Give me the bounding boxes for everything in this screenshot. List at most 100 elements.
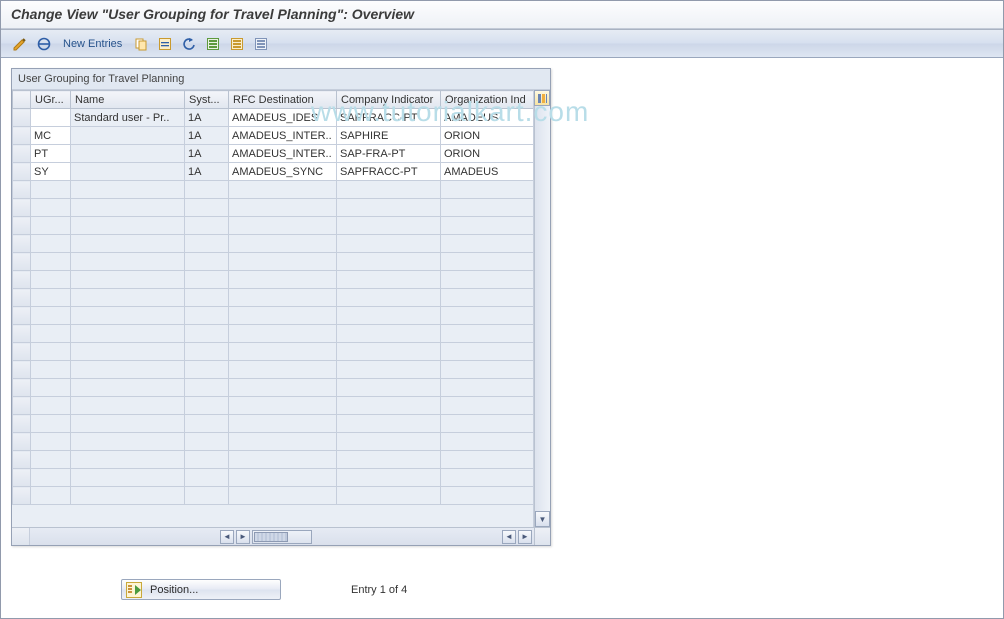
table-row[interactable] (13, 217, 535, 235)
select-icon[interactable] (35, 35, 53, 53)
table-row[interactable] (13, 361, 535, 379)
table-row[interactable]: SY 1AAMADEUS_SYNCSAPFRACC-PTAMADEUS (13, 163, 535, 181)
cell-syst[interactable]: 1A (185, 127, 229, 145)
hscroll-track[interactable] (252, 530, 312, 544)
cell-company[interactable]: SAP-FRA-PT (337, 145, 441, 163)
cell-rfc (229, 181, 337, 199)
col-company[interactable]: Company Indicator (337, 91, 441, 109)
col-system[interactable]: Syst... (185, 91, 229, 109)
cell-company (337, 199, 441, 217)
table-row[interactable]: MC 1AAMADEUS_INTER..SAPHIREORION (13, 127, 535, 145)
col-org[interactable]: Organization Ind (441, 91, 535, 109)
table-row[interactable] (13, 289, 535, 307)
table-row[interactable] (13, 271, 535, 289)
cell-rfc[interactable]: AMADEUS_INTER.. (229, 145, 337, 163)
table-row[interactable] (13, 397, 535, 415)
cell-syst[interactable]: 1A (185, 163, 229, 181)
table-row[interactable] (13, 325, 535, 343)
row-selector[interactable] (13, 289, 31, 307)
copy-as-icon[interactable] (132, 35, 150, 53)
table-row[interactable] (13, 433, 535, 451)
scroll-right-icon[interactable]: ► (236, 530, 250, 544)
horizontal-scrollbar[interactable]: ◄ ► ◄ ► (12, 527, 550, 545)
row-selector[interactable] (13, 469, 31, 487)
row-selector[interactable] (13, 433, 31, 451)
scroll-left2-icon[interactable]: ◄ (502, 530, 516, 544)
deselect-all-icon[interactable] (252, 35, 270, 53)
delete-icon[interactable] (156, 35, 174, 53)
scroll-down-icon[interactable]: ▼ (535, 511, 550, 527)
cell-org (441, 379, 535, 397)
toggle-display-change-icon[interactable] (11, 35, 29, 53)
row-selector[interactable] (13, 415, 31, 433)
cell-org[interactable]: AMADEUS (441, 109, 535, 127)
table-row[interactable] (13, 451, 535, 469)
cell-rfc (229, 379, 337, 397)
table-row[interactable] (13, 199, 535, 217)
cell-company[interactable]: SAPHIRE (337, 127, 441, 145)
table-row[interactable] (13, 253, 535, 271)
row-selector[interactable] (13, 307, 31, 325)
table-row[interactable] (13, 379, 535, 397)
table-row[interactable] (13, 181, 535, 199)
row-selector-header[interactable] (13, 91, 31, 109)
cell-rfc[interactable]: AMADEUS_IDES (229, 109, 337, 127)
table-row[interactable] (13, 415, 535, 433)
col-name[interactable]: Name (71, 91, 185, 109)
select-block-icon[interactable] (228, 35, 246, 53)
cell-ugr[interactable]: MC (31, 127, 71, 145)
vscroll-track[interactable] (535, 106, 550, 511)
cell-org[interactable]: ORION (441, 127, 535, 145)
row-selector[interactable] (13, 127, 31, 145)
row-selector[interactable] (13, 163, 31, 181)
row-selector[interactable] (13, 487, 31, 505)
cell-rfc[interactable]: AMADEUS_SYNC (229, 163, 337, 181)
new-entries-button[interactable]: New Entries (59, 38, 126, 50)
row-selector[interactable] (13, 253, 31, 271)
row-selector[interactable] (13, 271, 31, 289)
cell-ugr[interactable] (31, 109, 71, 127)
row-selector[interactable] (13, 199, 31, 217)
cell-name[interactable]: Standard user - Pr.. (71, 109, 185, 127)
row-selector[interactable] (13, 379, 31, 397)
table-row[interactable]: PT 1AAMADEUS_INTER..SAP-FRA-PTORION (13, 145, 535, 163)
cell-syst[interactable]: 1A (185, 145, 229, 163)
row-selector[interactable] (13, 451, 31, 469)
cell-name[interactable] (71, 145, 185, 163)
cell-name[interactable] (71, 163, 185, 181)
cell-company[interactable]: SAPFRACC-PT (337, 163, 441, 181)
row-selector[interactable] (13, 397, 31, 415)
table-row[interactable] (13, 307, 535, 325)
scroll-left-icon[interactable]: ◄ (220, 530, 234, 544)
cell-ugr[interactable]: PT (31, 145, 71, 163)
col-ugr[interactable]: UGr... (31, 91, 71, 109)
position-button[interactable]: Position... (121, 579, 281, 600)
vertical-scrollbar[interactable]: ▲ ▼ (534, 90, 550, 527)
row-selector[interactable] (13, 217, 31, 235)
row-selector[interactable] (13, 343, 31, 361)
cell-org[interactable]: AMADEUS (441, 163, 535, 181)
table-row[interactable] (13, 487, 535, 505)
table-row[interactable] (13, 343, 535, 361)
table-row[interactable] (13, 469, 535, 487)
table-settings-icon[interactable] (534, 90, 550, 106)
row-selector[interactable] (13, 235, 31, 253)
table-row[interactable] (13, 235, 535, 253)
cell-rfc[interactable]: AMADEUS_INTER.. (229, 127, 337, 145)
row-selector[interactable] (13, 181, 31, 199)
row-selector[interactable] (13, 361, 31, 379)
row-selector[interactable] (13, 325, 31, 343)
cell-ugr[interactable]: SY (31, 163, 71, 181)
table-row[interactable]: Standard user - Pr..1AAMADEUS_IDESSAPFRA… (13, 109, 535, 127)
hscroll-thumb[interactable] (254, 532, 288, 542)
select-all-icon[interactable] (204, 35, 222, 53)
scroll-right2-icon[interactable]: ► (518, 530, 532, 544)
row-selector[interactable] (13, 145, 31, 163)
cell-syst[interactable]: 1A (185, 109, 229, 127)
cell-name[interactable] (71, 127, 185, 145)
row-selector[interactable] (13, 109, 31, 127)
cell-company[interactable]: SAPFRACC-PT (337, 109, 441, 127)
cell-org[interactable]: ORION (441, 145, 535, 163)
undo-change-icon[interactable] (180, 35, 198, 53)
col-rfc[interactable]: RFC Destination (229, 91, 337, 109)
